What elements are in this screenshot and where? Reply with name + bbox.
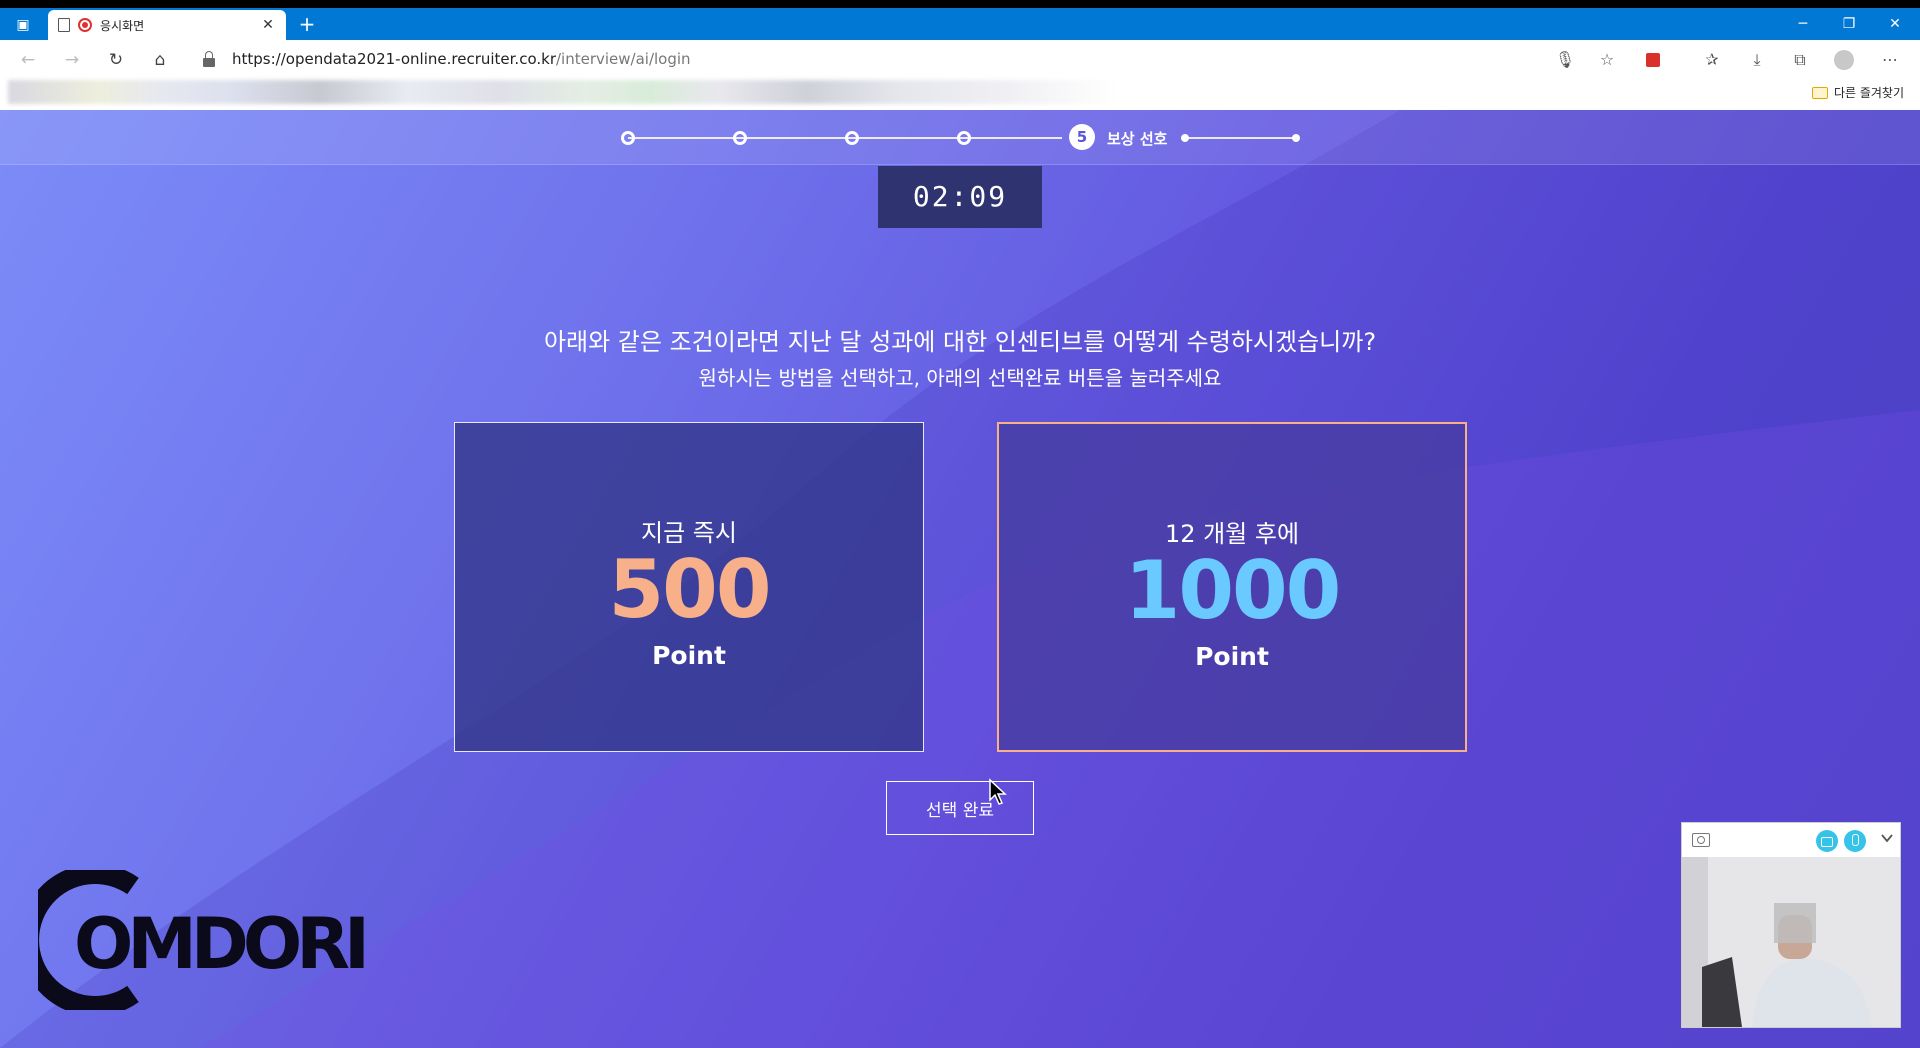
tab-close-icon[interactable]: ✕ (260, 17, 276, 33)
new-tab-icon[interactable]: + (296, 14, 318, 34)
option-amount: 500 (608, 543, 772, 636)
step-4-dot (957, 131, 971, 145)
webcam-widget (1681, 822, 1901, 1028)
step-7-dot (1292, 134, 1300, 142)
countdown-timer: 02:09 (878, 166, 1042, 228)
folder-icon (1811, 86, 1828, 99)
url-path: /interview/ai/login (555, 50, 691, 68)
forward-icon[interactable]: → (60, 49, 84, 71)
camera-toggle-icon[interactable] (1816, 830, 1838, 852)
step-progress: 5 보상 선호 (0, 110, 1920, 165)
favorites-bar: 다른 즐겨찾기 (0, 80, 1920, 110)
url-field[interactable]: https://opendata2021-online.recruiter.co… (232, 50, 691, 68)
address-bar: ← → ↻ ⌂ https://opendata2021-online.recr… (0, 40, 1920, 80)
step-current-number: 5 (1069, 124, 1095, 150)
more-menu-icon[interactable]: ⋯ (1878, 48, 1902, 72)
active-tab[interactable]: 응시화면 ✕ (48, 10, 286, 40)
screen-top-strip (0, 0, 1920, 8)
other-favorites[interactable]: 다른 즐겨찾기 (1811, 84, 1904, 101)
back-icon[interactable]: ← (16, 49, 40, 71)
collections-icon[interactable]: ⧉ (1788, 48, 1812, 72)
option-card-delayed[interactable]: 12 개월 후에 1000 Point (997, 422, 1467, 752)
question-title: 아래와 같은 조건이라면 지난 달 성과에 대한 인센티브를 어떻게 수령하시겠… (543, 328, 1377, 356)
comdori-watermark-logo: OMDORI (38, 870, 370, 1010)
option-unit: Point (1195, 642, 1269, 671)
step-3-dot (845, 131, 859, 145)
webcam-header (1682, 823, 1900, 857)
profile-icon[interactable] (1832, 48, 1856, 72)
progress-line-remaining (1184, 137, 1296, 139)
favorites-icon[interactable]: ✰ (1700, 48, 1724, 72)
restore-icon[interactable]: ❐ (1834, 16, 1864, 32)
option-amount: 1000 (1124, 544, 1342, 637)
blurred-favorites (8, 80, 1118, 104)
downloads-icon[interactable]: ⤓ (1745, 48, 1769, 72)
webcam-feed (1682, 857, 1900, 1027)
confirm-selection-button[interactable]: 선택 완료 (886, 781, 1034, 835)
step-2-dot (733, 131, 747, 145)
extension-icon[interactable] (1641, 48, 1665, 72)
refresh-icon[interactable]: ↻ (104, 49, 128, 71)
chevron-down-icon[interactable] (1880, 831, 1894, 845)
recording-icon (78, 18, 92, 32)
other-favorites-label: 다른 즐겨찾기 (1833, 86, 1904, 100)
question-subtitle: 원하시는 방법을 선택하고, 아래의 선택완료 버튼을 눌러주세요 (698, 366, 1222, 390)
option-unit: Point (652, 641, 726, 670)
step-1-dot (621, 131, 635, 145)
mic-toggle-icon[interactable] (1844, 830, 1866, 852)
close-window-icon[interactable]: ✕ (1880, 16, 1910, 32)
minimize-icon[interactable]: ─ (1788, 16, 1818, 32)
tab-actions-icon[interactable]: ▣ (8, 14, 38, 36)
microphone-icon[interactable]: 🎙 (1553, 48, 1577, 72)
step-6-dot (1181, 134, 1189, 142)
home-icon[interactable]: ⌂ (148, 49, 172, 71)
tab-title: 응시화면 (100, 18, 145, 33)
add-favorite-icon[interactable]: ☆ (1595, 48, 1619, 72)
svg-text:OMDORI: OMDORI (74, 903, 364, 985)
tab-bar: ▣ 응시화면 ✕ + ─ ❐ ✕ (0, 8, 1920, 40)
option-card-immediate[interactable]: 지금 즉시 500 Point (454, 422, 924, 752)
snapshot-icon[interactable] (1692, 833, 1710, 847)
url-host: https://opendata2021-online.recruiter.co… (232, 50, 556, 68)
interview-page: 5 보상 선호 02:09 아래와 같은 조건이라면 지난 달 성과에 대한 인… (0, 110, 1920, 1048)
lock-icon (202, 51, 216, 67)
step-current-label: 보상 선호 (1107, 130, 1168, 148)
mouse-cursor-icon (989, 778, 1007, 805)
webcam-person-image (1682, 857, 1900, 1027)
page-icon (58, 18, 70, 32)
